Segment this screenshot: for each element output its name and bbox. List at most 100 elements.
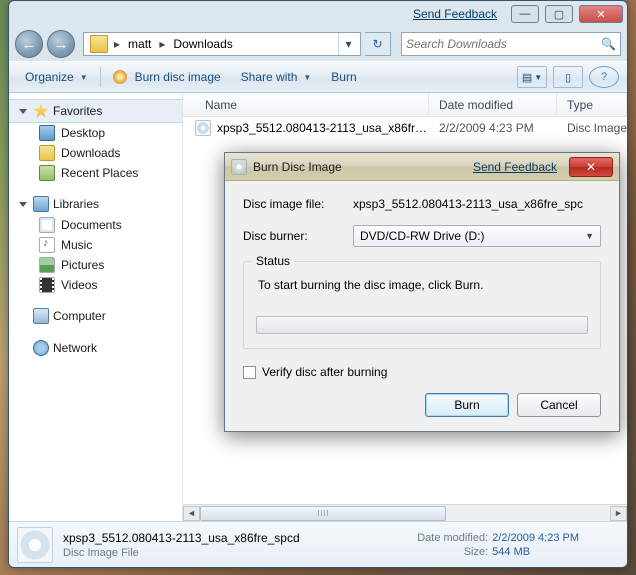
network-group[interactable]: Network: [9, 337, 182, 359]
sidebar-item-downloads[interactable]: Downloads: [9, 143, 182, 163]
view-options-button[interactable]: ▤▼: [517, 66, 547, 88]
burn-disc-dialog: Burn Disc Image Send Feedback ✕ Disc ima…: [224, 152, 620, 432]
status-group: Status To start burning the disc image, …: [243, 261, 601, 349]
star-icon: [33, 103, 49, 119]
scroll-thumb[interactable]: [200, 506, 446, 521]
sidebar-item-recent[interactable]: Recent Places: [9, 163, 182, 183]
dialog-title: Burn Disc Image: [253, 160, 342, 174]
scroll-left-button[interactable]: ◄: [183, 506, 200, 521]
file-row[interactable]: xpsp3_5512.080413-2113_usa_x86fre_spcd 2…: [183, 117, 627, 139]
expand-icon: [19, 109, 27, 114]
file-name: xpsp3_5512.080413-2113_usa_x86fre_spcd: [217, 121, 429, 135]
expand-icon: [19, 202, 27, 207]
sidebar-item-desktop[interactable]: Desktop: [9, 123, 182, 143]
details-date-label: Date modified:: [402, 532, 492, 544]
verify-label[interactable]: Verify disc after burning: [262, 365, 387, 379]
minimize-button[interactable]: —: [511, 5, 539, 23]
maximize-button[interactable]: ▢: [545, 5, 573, 23]
sidebar-item-videos[interactable]: Videos: [9, 275, 182, 295]
navbar: ← → ▸ matt ▸ Downloads ▾ ↻ 🔍: [9, 27, 627, 61]
disc-burner-value: DVD/CD-RW Drive (D:): [360, 229, 484, 243]
refresh-button[interactable]: ↻: [365, 32, 391, 56]
disc-icon: [231, 159, 247, 175]
breadcrumb-downloads[interactable]: Downloads: [167, 37, 238, 51]
folder-icon: [39, 145, 55, 161]
breadcrumb-matt[interactable]: matt: [122, 37, 157, 51]
progress-bar: [256, 316, 588, 334]
network-icon: [33, 340, 49, 356]
verify-checkbox[interactable]: [243, 366, 256, 379]
burn-disc-icon: [113, 70, 127, 84]
back-arrow-icon: ←: [22, 36, 37, 53]
disc-image-icon: [17, 527, 53, 563]
recent-icon: [39, 165, 55, 181]
details-date-value: 2/2/2009 4:23 PM: [492, 532, 579, 544]
status-legend: Status: [252, 254, 294, 268]
sidebar-item-music[interactable]: Music: [9, 235, 182, 255]
close-button[interactable]: ✕: [579, 5, 623, 23]
help-button[interactable]: ?: [589, 66, 619, 88]
column-type[interactable]: Type: [557, 93, 627, 116]
details-pane: xpsp3_5512.080413-2113_usa_x86fre_spcd D…: [9, 521, 627, 567]
address-dropdown-button[interactable]: ▾: [338, 33, 358, 55]
chevron-down-icon: ▼: [80, 73, 88, 82]
burn-button[interactable]: Burn: [323, 66, 364, 88]
column-name[interactable]: Name: [183, 93, 429, 116]
dialog-close-button[interactable]: ✕: [569, 157, 613, 177]
share-with-button[interactable]: Share with▼: [233, 66, 320, 88]
details-type: Disc Image File: [63, 547, 300, 559]
burn-disc-image-button[interactable]: Burn disc image: [105, 66, 229, 88]
details-name: xpsp3_5512.080413-2113_usa_x86fre_spcd: [63, 531, 300, 545]
sidebar-item-documents[interactable]: Documents: [9, 215, 182, 235]
titlebar: Send Feedback — ▢ ✕: [9, 1, 627, 27]
back-button[interactable]: ←: [15, 30, 43, 58]
forward-button[interactable]: →: [47, 30, 75, 58]
forward-arrow-icon: →: [54, 36, 69, 53]
send-feedback-link[interactable]: Send Feedback: [413, 7, 497, 21]
libraries-icon: [33, 196, 49, 212]
search-icon: 🔍: [601, 37, 616, 51]
disc-image-icon: [195, 120, 211, 136]
file-type: Disc Image F: [557, 121, 627, 135]
navigation-pane: Favorites Desktop Downloads Recent Place…: [9, 93, 183, 521]
documents-icon: [39, 217, 55, 233]
disc-burner-label: Disc burner:: [243, 229, 353, 243]
pictures-icon: [39, 257, 55, 273]
crumb-sep-icon: ▸: [112, 37, 122, 51]
dialog-burn-button[interactable]: Burn: [425, 393, 509, 417]
scroll-right-button[interactable]: ►: [610, 506, 627, 521]
column-date[interactable]: Date modified: [429, 93, 557, 116]
search-input[interactable]: [406, 37, 601, 51]
chevron-down-icon: ▼: [303, 73, 311, 82]
details-size-value: 544 MB: [492, 546, 530, 558]
organize-button[interactable]: Organize▼: [17, 66, 96, 88]
sidebar-item-pictures[interactable]: Pictures: [9, 255, 182, 275]
disc-image-file-value: xpsp3_5512.080413-2113_usa_x86fre_spc: [353, 197, 601, 211]
libraries-group[interactable]: Libraries: [9, 193, 182, 215]
refresh-icon: ↻: [372, 37, 382, 51]
details-size-label: Size:: [402, 546, 492, 558]
favorites-group[interactable]: Favorites: [9, 99, 182, 123]
column-headers: Name Date modified Type: [183, 93, 627, 117]
search-box[interactable]: 🔍: [401, 32, 621, 56]
status-message: To start burning the disc image, click B…: [258, 278, 588, 292]
computer-icon: [33, 308, 49, 324]
toolbar: Organize▼ Burn disc image Share with▼ Bu…: [9, 61, 627, 93]
dialog-cancel-button[interactable]: Cancel: [517, 393, 601, 417]
videos-icon: [39, 277, 55, 293]
crumb-sep-icon: ▸: [157, 37, 167, 51]
preview-pane-button[interactable]: ▯: [553, 66, 583, 88]
computer-group[interactable]: Computer: [9, 305, 182, 327]
file-date: 2/2/2009 4:23 PM: [429, 121, 557, 135]
scroll-track[interactable]: [200, 506, 610, 521]
music-icon: [39, 237, 55, 253]
desktop-icon: [39, 125, 55, 141]
address-bar[interactable]: ▸ matt ▸ Downloads ▾: [83, 32, 361, 56]
disc-burner-select[interactable]: DVD/CD-RW Drive (D:) ▼: [353, 225, 601, 247]
horizontal-scrollbar[interactable]: ◄ ►: [183, 504, 627, 521]
disc-image-file-label: Disc image file:: [243, 197, 353, 211]
folder-icon: [90, 35, 108, 53]
dialog-feedback-link[interactable]: Send Feedback: [473, 160, 557, 174]
chevron-down-icon: ▼: [585, 231, 594, 241]
dialog-titlebar: Burn Disc Image Send Feedback ✕: [225, 153, 619, 181]
